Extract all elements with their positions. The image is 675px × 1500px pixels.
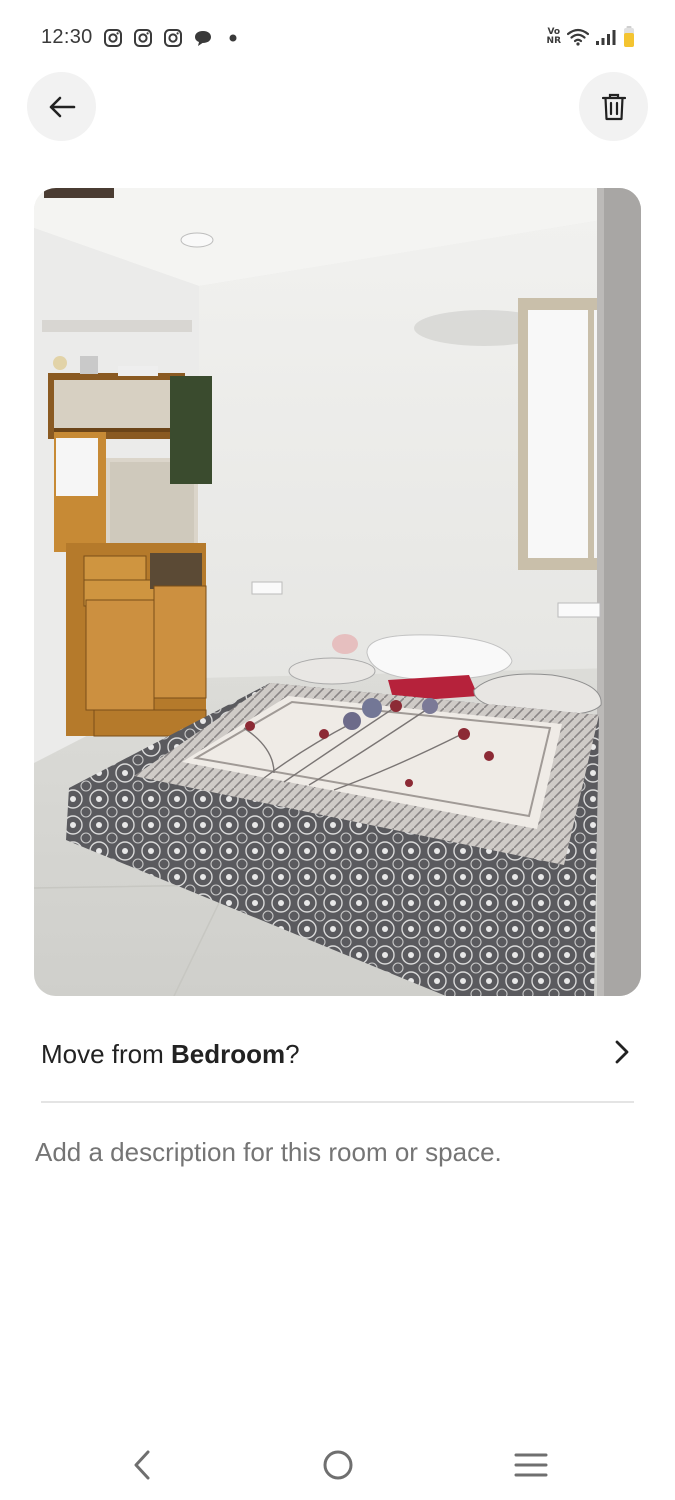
- battery-icon: [624, 26, 634, 47]
- back-button[interactable]: [27, 72, 96, 141]
- volte-label-bottom: NR: [546, 36, 561, 46]
- move-room-text: Move from Bedroom?: [41, 1039, 300, 1070]
- trash-icon: [601, 93, 626, 120]
- delete-button[interactable]: [579, 72, 648, 141]
- nav-menu-button[interactable]: [506, 1440, 556, 1490]
- dot-icon: [229, 34, 237, 42]
- nav-menu-icon: [514, 1453, 548, 1477]
- bedroom-photo: [34, 188, 641, 996]
- status-bar: 12:30 Vo NR: [0, 0, 675, 78]
- move-room-suffix: ?: [285, 1039, 300, 1069]
- instagram-icon: [134, 29, 152, 47]
- room-description-input[interactable]: [35, 1137, 635, 1168]
- chat-bubble-icon: [195, 31, 211, 46]
- divider: [41, 1101, 634, 1103]
- instagram-icon: [104, 29, 122, 47]
- move-room-name: Bedroom: [171, 1039, 286, 1069]
- arrow-left-icon: [49, 96, 75, 117]
- chevron-right-icon: [615, 1040, 629, 1064]
- system-status-icons: Vo NR: [547, 26, 635, 48]
- nav-home-button[interactable]: [313, 1440, 363, 1490]
- wifi-icon: [567, 28, 589, 46]
- volte-icon: Vo NR: [547, 28, 561, 46]
- status-time: 12:30: [41, 26, 93, 48]
- instagram-icon: [164, 29, 182, 47]
- move-room-row[interactable]: Move from Bedroom?: [41, 1030, 634, 1102]
- room-photo: [34, 188, 641, 996]
- nav-back-icon: [134, 1450, 150, 1480]
- signal-icon: [596, 30, 616, 45]
- move-room-prefix: Move from: [41, 1039, 172, 1069]
- nav-home-icon: [323, 1450, 353, 1480]
- nav-back-button[interactable]: [117, 1440, 167, 1490]
- notification-icons: [103, 28, 243, 48]
